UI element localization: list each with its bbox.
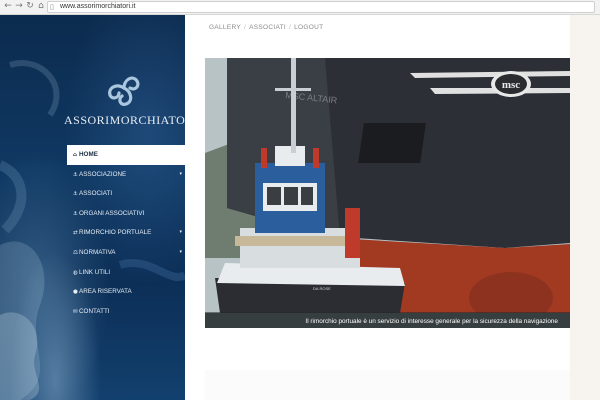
menu-item-associazione[interactable]: ⚓ASSOCIAZIONE ▾ xyxy=(67,165,185,185)
main-menu: ⌂ HOME ⚓ASSOCIAZIONE ▾ ⚓ASSOCIATI ⚓ORGANI … xyxy=(67,145,185,321)
hero-image: msc MSC ALTAIR DA ROSE Il rimorchio port… xyxy=(205,58,570,328)
back-arrow-icon[interactable]: ← xyxy=(3,1,13,12)
url-text: www.assorimorchiatori.it xyxy=(60,3,136,10)
sidebar: ASSORIMORCHIATORI ⌂ HOME ⚓ASSOCIAZIONE ▾ ⚓… xyxy=(0,15,185,400)
menu-item-home[interactable]: ⌂ HOME xyxy=(67,145,185,165)
main-content: GALLERY / ASSOCIATI / LOGOUT msc MSC ALTAIR xyxy=(185,15,570,400)
menu-item-label: NORMATIVA xyxy=(79,248,116,256)
page-edge xyxy=(570,15,600,400)
menu-item-label: CONTATTI xyxy=(79,307,110,315)
separator: / xyxy=(243,24,247,31)
submenu-caret-icon: ▾ xyxy=(179,170,182,177)
menu-item-associati[interactable]: ⚓ASSOCIATI xyxy=(67,184,185,204)
menu-item-link-utili[interactable]: ◍LINK UTILI xyxy=(67,263,185,283)
top-nav: GALLERY / ASSOCIATI / LOGOUT xyxy=(209,24,323,31)
forward-arrow-icon[interactable]: → xyxy=(14,1,24,12)
hero-caption: Il rimorchio portuale è un servizio di i… xyxy=(305,318,558,325)
browser-toolbar: ← → ↻ ⌂ ▯ www.assorimorchiatori.it xyxy=(0,0,600,15)
funnel-logo-text: msc xyxy=(502,79,520,91)
reload-icon[interactable]: ↻ xyxy=(25,1,35,12)
menu-item-organi-associativi[interactable]: ⚓ORGANI ASSOCIATIVI xyxy=(67,204,185,224)
content-block xyxy=(205,370,570,400)
triskelion-wave-logo xyxy=(108,76,140,106)
menu-item-label: ASSOCIAZIONE xyxy=(79,170,127,178)
separator: / xyxy=(289,24,292,31)
menu-item-rimorchio-portuale[interactable]: ⇄RIMORCHIO PORTUALE ▾ xyxy=(67,223,185,243)
address-bar[interactable]: ▯ www.assorimorchiatori.it xyxy=(47,1,595,13)
page-icon: ▯ xyxy=(50,3,54,11)
top-nav-logout-link[interactable]: LOGOUT xyxy=(294,24,323,31)
ship-and-tug-photo: msc MSC ALTAIR DA ROSE xyxy=(205,58,570,328)
menu-item-label: AREA RISERVATA xyxy=(79,288,132,296)
menu-item-label: ASSOCIATI xyxy=(79,190,113,198)
top-nav-gallery-link[interactable]: GALLERY xyxy=(209,24,241,31)
submenu-caret-icon: ▾ xyxy=(179,248,182,255)
menu-item-contatti[interactable]: ✉CONTATTI xyxy=(67,302,185,322)
menu-item-normativa[interactable]: ⚖NORMATIVA ▾ xyxy=(67,243,185,263)
menu-item-label: ORGANI ASSOCIATIVI xyxy=(79,209,145,217)
site-name: ASSORIMORCHIATORI xyxy=(64,113,185,127)
menu-item-area-riservata[interactable]: ●AREA RISERVATA xyxy=(67,282,185,302)
menu-item-label: RIMORCHIO PORTUALE xyxy=(79,229,152,237)
tug-name-text: DA ROSE xyxy=(313,286,331,291)
top-nav-associati-link[interactable]: ASSOCIATI xyxy=(249,24,286,31)
home-icon[interactable]: ⌂ xyxy=(36,1,46,12)
menu-item-label: HOME xyxy=(79,151,98,158)
submenu-caret-icon: ▾ xyxy=(179,229,182,236)
menu-item-label: LINK UTILI xyxy=(79,268,111,276)
